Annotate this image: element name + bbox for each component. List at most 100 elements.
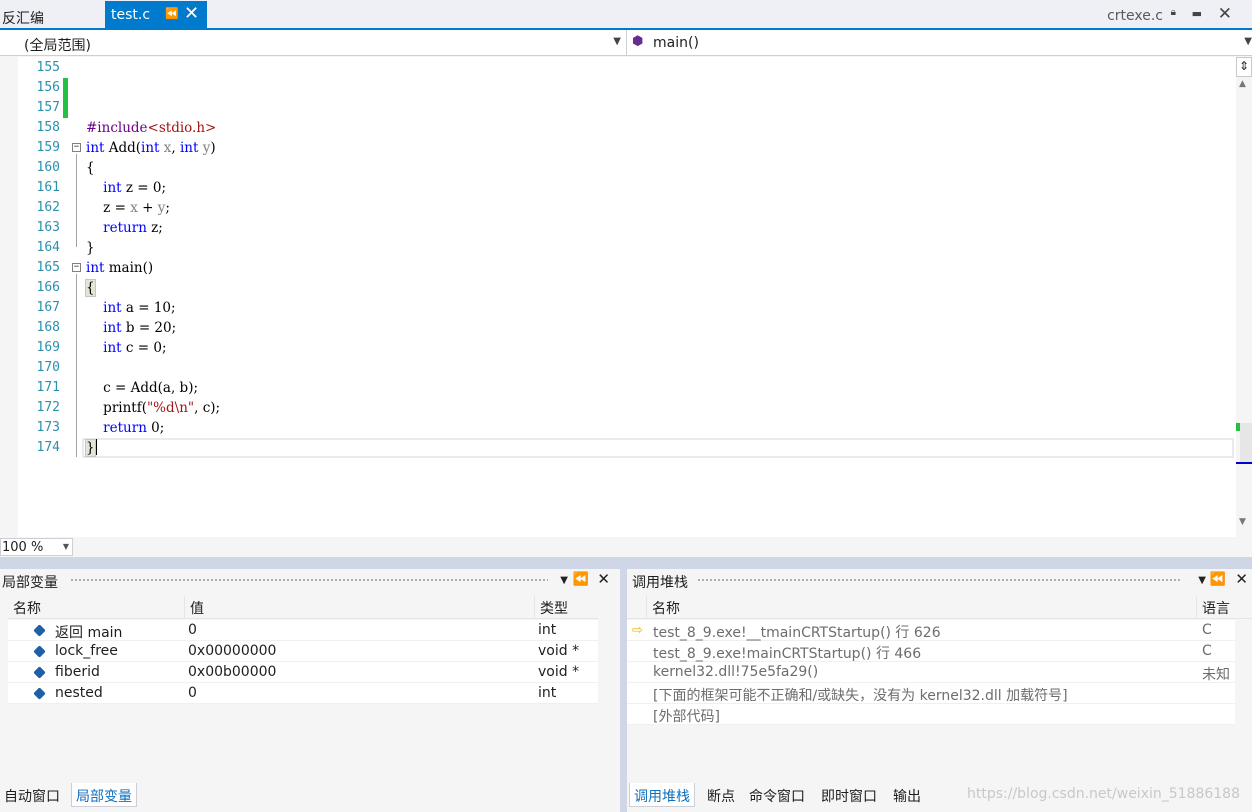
- split-window-icon[interactable]: ⇕: [1236, 57, 1252, 77]
- pin-icon[interactable]: ⏪: [1210, 572, 1226, 587]
- code-text: }: [86, 240, 95, 256]
- table-row[interactable]: nested 0 int: [8, 683, 598, 704]
- table-row[interactable]: fiberid 0x00b00000 void *: [8, 662, 598, 683]
- code-line: return 0;: [86, 418, 164, 438]
- chevron-down-icon: ▼: [613, 36, 621, 47]
- code-text: ,: [171, 140, 180, 156]
- column-header-language[interactable]: 语言: [1197, 596, 1252, 618]
- scroll-up-icon[interactable]: ▲: [1239, 79, 1246, 89]
- var-value[interactable]: 0: [188, 622, 197, 638]
- code-line: int b = 20;: [86, 318, 176, 338]
- zoom-dropdown[interactable]: 100 % ▼: [0, 538, 73, 556]
- scroll-down-icon[interactable]: ▼: [1239, 517, 1246, 527]
- table-row[interactable]: test_8_9.exe!mainCRTStartup() 行 466 C: [627, 641, 1235, 662]
- var-type: void *: [538, 664, 580, 680]
- code-text: ;: [165, 200, 170, 216]
- code-line: int c = 0;: [86, 338, 166, 358]
- column-header-name[interactable]: 名称: [647, 596, 1197, 618]
- line-number: 169: [36, 340, 60, 355]
- pin-icon[interactable]: ⏪: [573, 572, 589, 587]
- code-line: z = x + y;: [86, 198, 170, 218]
- code-text: Add(: [104, 140, 142, 156]
- call-stack-window: 调用堆栈 ▼ ⏪ ✕ 名称 语言 ⇨ test_8_9.exe!__tmainC…: [627, 569, 1252, 812]
- var-name: lock_free: [55, 643, 118, 659]
- table-row[interactable]: lock_free 0x00000000 void *: [8, 641, 598, 662]
- chevron-down-icon[interactable]: ▼: [1198, 575, 1206, 586]
- outlining-margin: − −: [70, 57, 86, 537]
- keyword: return: [103, 220, 147, 236]
- var-name: fiberid: [55, 664, 100, 680]
- dock-menu-icon[interactable]: ▬: [1192, 7, 1202, 20]
- table-row[interactable]: [外部代码]: [627, 704, 1235, 725]
- table-row[interactable]: [下面的框架可能不正确和/或缺失，没有为 kernel32.dll 加载符号]: [627, 683, 1235, 704]
- pane-splitter[interactable]: [0, 557, 1252, 569]
- tab-locals[interactable]: 局部变量: [71, 783, 137, 807]
- tab-crtexe-c[interactable]: crtexe.c 🔒︎ ▬ ✕: [1052, 0, 1252, 28]
- code-line: c = Add(a, b);: [86, 378, 198, 398]
- table-row[interactable]: kernel32.dll!75e5fa29() 未知: [627, 662, 1235, 683]
- pin-icon[interactable]: ⏪: [165, 7, 179, 20]
- chevron-down-icon[interactable]: ▼: [560, 575, 568, 586]
- table-row[interactable]: ⇨ test_8_9.exe!__tmainCRTStartup() 行 626…: [627, 620, 1235, 641]
- keyword: int: [103, 340, 122, 356]
- collapse-icon[interactable]: −: [72, 143, 81, 152]
- member-dropdown[interactable]: ⬢ main() ▼: [628, 30, 1252, 56]
- line-number: 174: [36, 440, 60, 455]
- code-line: }: [86, 238, 95, 258]
- editor-zoom-bar: 100 % ▼: [0, 537, 1252, 557]
- tab-test-c[interactable]: test.c ⏪ ✕: [105, 1, 207, 28]
- editor-vertical-scrollbar[interactable]: ⇕ ▲ ▼: [1236, 57, 1252, 537]
- preprocessor-token: #include: [86, 120, 148, 136]
- tab-call-stack[interactable]: 调用堆栈: [629, 783, 695, 807]
- frame-name: test_8_9.exe!mainCRTStartup() 行 466: [653, 646, 922, 662]
- keyword: int: [141, 140, 160, 156]
- column-header-value[interactable]: 值: [185, 596, 535, 618]
- close-icon[interactable]: ✕: [597, 570, 610, 588]
- close-icon[interactable]: ✕: [184, 3, 199, 24]
- var-type: int: [538, 685, 557, 701]
- code-line: int main(): [86, 258, 153, 278]
- tab-test-c-label: test.c: [111, 7, 151, 23]
- var-value[interactable]: 0x00b00000: [188, 664, 276, 680]
- callstack-header: 名称 语言: [627, 596, 1252, 619]
- code-text: z;: [146, 220, 163, 236]
- var-value[interactable]: 0x00000000: [188, 643, 276, 659]
- scope-dropdown[interactable]: (全局范围) ▼: [18, 30, 627, 56]
- line-number: 160: [36, 160, 60, 175]
- callstack-title-bar[interactable]: 调用堆栈 ▼ ⏪ ✕: [627, 569, 1252, 593]
- tab-immediate-window[interactable]: 即时窗口: [817, 783, 881, 807]
- var-name: 返回 main: [55, 625, 123, 641]
- tab-autos[interactable]: 自动窗口: [0, 783, 64, 807]
- callstack-grid: ⇨ test_8_9.exe!__tmainCRTStartup() 行 626…: [627, 620, 1235, 725]
- scrollbar-thumb[interactable]: [1240, 423, 1252, 463]
- close-icon[interactable]: ✕: [1218, 4, 1232, 24]
- close-icon[interactable]: ✕: [1235, 570, 1248, 588]
- code-line: return z;: [86, 218, 163, 238]
- table-row[interactable]: 返回 main 0 int: [8, 620, 598, 641]
- line-number: 163: [36, 220, 60, 235]
- fold-guide: [76, 154, 77, 247]
- collapse-icon[interactable]: −: [72, 263, 81, 272]
- tab-command-window[interactable]: 命令窗口: [745, 783, 809, 807]
- chevron-down-icon: ▼: [62, 542, 69, 551]
- code-text: ): [210, 140, 216, 156]
- locals-title-bar[interactable]: 局部变量 ▼ ⏪ ✕: [0, 569, 620, 593]
- code-line: }: [85, 438, 97, 458]
- tab-output[interactable]: 输出: [889, 783, 925, 807]
- code-text: main(): [104, 260, 154, 276]
- tab-breakpoints[interactable]: 断点: [703, 783, 739, 807]
- fold-guide: [76, 274, 77, 457]
- column-header-type[interactable]: 类型: [535, 596, 598, 618]
- locals-grid: 返回 main 0 int lock_free 0x00000000 void …: [8, 620, 598, 704]
- pane-splitter-vertical[interactable]: [620, 569, 627, 812]
- tab-disassembly[interactable]: 反汇编: [0, 0, 50, 28]
- change-marker: [63, 78, 68, 118]
- watermark-text: https://blog.csdn.net/weixin_51886188: [966, 786, 1240, 802]
- line-number: 170: [36, 360, 60, 375]
- code-text: +: [137, 200, 158, 216]
- column-header-name[interactable]: 名称: [8, 596, 185, 618]
- keyword: int: [179, 140, 199, 156]
- line-number: 172: [36, 400, 60, 415]
- var-value[interactable]: 0: [188, 685, 197, 701]
- code-editor[interactable]: 155 156 157 158 159 160 161 162 163 164 …: [18, 57, 1236, 537]
